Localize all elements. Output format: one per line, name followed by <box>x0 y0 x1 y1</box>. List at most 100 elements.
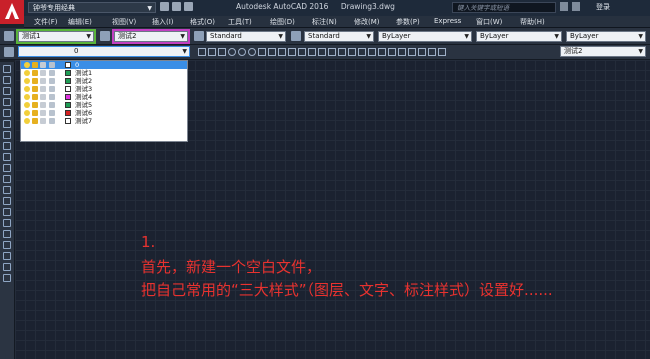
trim-icon[interactable] <box>318 48 326 56</box>
menu-draw[interactable]: 绘图(D) <box>270 17 295 27</box>
layer-row[interactable]: 测试5 <box>21 101 187 109</box>
freeze-icon[interactable] <box>32 94 38 100</box>
print-icon[interactable] <box>160 2 169 11</box>
dim-style-icon[interactable] <box>100 31 110 41</box>
menu-edit[interactable]: 编辑(E) <box>68 17 92 27</box>
viewport-freeze-icon[interactable] <box>40 110 46 116</box>
menu-insert[interactable]: 插入(I) <box>152 17 174 27</box>
rectangle-icon[interactable] <box>218 48 226 56</box>
arc-icon[interactable] <box>3 120 11 128</box>
lock-icon[interactable] <box>49 78 55 84</box>
lock-icon[interactable] <box>49 94 55 100</box>
menu-format[interactable]: 格式(O) <box>190 17 215 27</box>
center-mark-icon[interactable] <box>438 48 446 56</box>
offset-icon[interactable] <box>308 48 316 56</box>
layer-row[interactable]: 测试6 <box>21 109 187 117</box>
leader-icon[interactable] <box>418 48 426 56</box>
dim-style-select[interactable]: 测试2 ▼ <box>112 29 190 44</box>
extend-icon[interactable] <box>328 48 336 56</box>
bulb-icon[interactable] <box>24 110 30 116</box>
spline-icon[interactable] <box>3 153 11 161</box>
mtext-icon[interactable] <box>3 263 11 271</box>
line-icon[interactable] <box>3 65 11 73</box>
add-selected-icon[interactable] <box>3 274 11 282</box>
bulb-icon[interactable] <box>24 62 30 68</box>
search-icon[interactable] <box>560 2 568 11</box>
ellipse-icon[interactable] <box>3 164 11 172</box>
gradient-icon[interactable] <box>3 230 11 238</box>
insert-block-icon[interactable] <box>3 186 11 194</box>
tolerance-icon[interactable] <box>428 48 436 56</box>
dim-continue-icon[interactable] <box>408 48 416 56</box>
menu-express[interactable]: Express <box>434 17 461 25</box>
polygon-icon[interactable] <box>3 98 11 106</box>
freeze-icon[interactable] <box>32 102 38 108</box>
dim-style-select-right[interactable]: 测试2 ▼ <box>560 46 646 57</box>
region-icon[interactable] <box>3 241 11 249</box>
redo-icon[interactable] <box>184 2 193 11</box>
multileader-style-icon[interactable] <box>291 31 301 41</box>
freeze-icon[interactable] <box>32 110 38 116</box>
layer-row[interactable]: 测试1 <box>21 69 187 77</box>
bulb-icon[interactable] <box>24 94 30 100</box>
dim-aligned-icon[interactable] <box>358 48 366 56</box>
table-style-icon[interactable] <box>194 31 204 41</box>
dim-radius-icon[interactable] <box>368 48 376 56</box>
layer-properties-icon[interactable] <box>4 47 14 57</box>
layer-select[interactable]: 0 ▼ <box>18 46 190 57</box>
menu-help[interactable]: 帮助(H) <box>520 17 545 27</box>
bulb-icon[interactable] <box>24 86 30 92</box>
dim-angular-icon[interactable] <box>388 48 396 56</box>
ellipse-icon[interactable] <box>248 48 256 56</box>
lineweight-select[interactable]: ByLayer ▼ <box>566 31 646 42</box>
viewport-freeze-icon[interactable] <box>40 94 46 100</box>
fillet-icon[interactable] <box>338 48 346 56</box>
layer-row[interactable]: 0 <box>21 61 187 69</box>
move-icon[interactable] <box>268 48 276 56</box>
undo-icon[interactable] <box>172 2 181 11</box>
text-style-select[interactable]: 测试1 ▼ <box>16 29 96 44</box>
workspace-select[interactable]: 钟爷专用经典 ▼ <box>28 2 156 13</box>
lock-icon[interactable] <box>49 70 55 76</box>
freeze-icon[interactable] <box>32 118 38 124</box>
lock-icon[interactable] <box>49 102 55 108</box>
lock-icon[interactable] <box>49 118 55 124</box>
make-block-icon[interactable] <box>3 197 11 205</box>
hatch-icon[interactable] <box>258 48 266 56</box>
lock-icon[interactable] <box>49 62 55 68</box>
layer-row[interactable]: 测试7 <box>21 117 187 125</box>
arc-icon[interactable] <box>238 48 246 56</box>
autocad-logo-icon[interactable] <box>0 0 24 24</box>
polyline-icon[interactable] <box>3 87 11 95</box>
text-style-icon[interactable] <box>4 31 14 41</box>
circle-icon[interactable] <box>228 48 236 56</box>
lock-icon[interactable] <box>49 86 55 92</box>
table-icon[interactable] <box>3 252 11 260</box>
ellipse-arc-icon[interactable] <box>3 175 11 183</box>
menu-view[interactable]: 视图(V) <box>112 17 136 27</box>
hatch-icon[interactable] <box>3 219 11 227</box>
bulb-icon[interactable] <box>24 102 30 108</box>
line-icon[interactable] <box>198 48 206 56</box>
menu-parametric[interactable]: 参数(P) <box>396 17 420 27</box>
color-select[interactable]: ByLayer ▼ <box>378 31 472 42</box>
menu-modify[interactable]: 修改(M) <box>354 17 380 27</box>
rotate-icon[interactable] <box>288 48 296 56</box>
revcloud-icon[interactable] <box>3 142 11 150</box>
circle-icon[interactable] <box>3 131 11 139</box>
login-button[interactable]: 登录 <box>596 2 610 12</box>
linetype-select[interactable]: ByLayer ▼ <box>476 31 562 42</box>
viewport-freeze-icon[interactable] <box>40 102 46 108</box>
search-input[interactable]: 键入关键字或短语 <box>452 2 556 13</box>
menu-tools[interactable]: 工具(T) <box>228 17 252 27</box>
multileader-style-select[interactable]: Standard ▼ <box>304 31 374 42</box>
mirror-icon[interactable] <box>298 48 306 56</box>
point-icon[interactable] <box>3 208 11 216</box>
freeze-icon[interactable] <box>32 62 38 68</box>
polyline-icon[interactable] <box>208 48 216 56</box>
copy-icon[interactable] <box>278 48 286 56</box>
user-icon[interactable] <box>572 2 580 11</box>
bulb-icon[interactable] <box>24 78 30 84</box>
menu-dimension[interactable]: 标注(N) <box>312 17 337 27</box>
viewport-freeze-icon[interactable] <box>40 118 46 124</box>
